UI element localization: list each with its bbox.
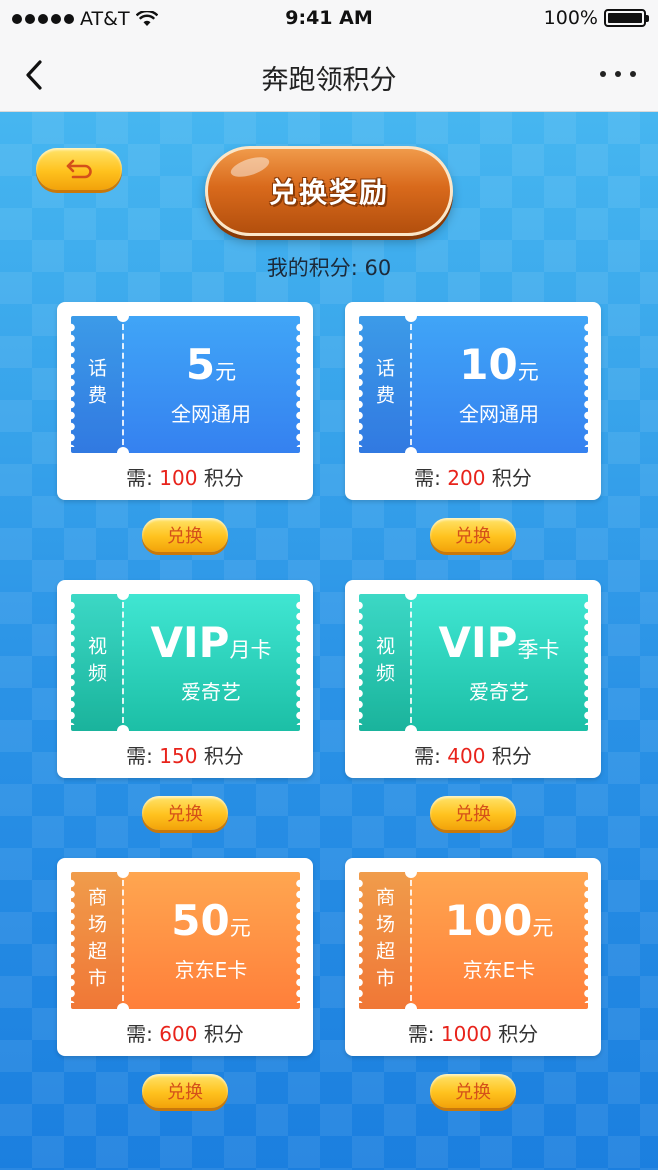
status-bar: AT&T 9:41 AM 100% bbox=[0, 0, 658, 38]
coupon-cost: 需: 100 积分 bbox=[57, 462, 313, 491]
coupon-description: 京东E卡 bbox=[462, 958, 536, 982]
exchange-button-label: 兑换 bbox=[167, 526, 203, 547]
coupon-description: 全网通用 bbox=[171, 402, 251, 426]
battery-percent: 100% bbox=[543, 7, 598, 29]
my-points: 我的积分: 60 bbox=[0, 252, 658, 282]
cost-need-label: 需: bbox=[126, 744, 153, 768]
exchange-button-label: 兑换 bbox=[167, 804, 203, 825]
coupon-value-unit: 元 bbox=[532, 916, 554, 940]
coupon-description: 全网通用 bbox=[459, 402, 539, 426]
coupon-ticket: 商场超市 50元 京东E卡 bbox=[71, 872, 300, 1009]
exchange-button-label: 兑换 bbox=[455, 1082, 491, 1103]
cost-unit: 积分 bbox=[498, 1022, 539, 1046]
points-value: 60 bbox=[364, 256, 392, 280]
exchange-button[interactable]: 兑换 bbox=[430, 1074, 516, 1108]
coupon-value: VIP月卡 bbox=[122, 618, 300, 667]
cost-unit: 积分 bbox=[491, 466, 532, 490]
cost-need-label: 需: bbox=[126, 1022, 153, 1046]
cost-unit: 积分 bbox=[203, 744, 244, 768]
coupon-value: 100元 bbox=[410, 896, 588, 945]
coupon-cost: 需: 400 积分 bbox=[345, 740, 601, 769]
coupon-cost: 需: 200 积分 bbox=[345, 462, 601, 491]
coupon-value: 5元 bbox=[122, 340, 300, 389]
status-right: 100% bbox=[543, 7, 649, 29]
coupon-ticket: 商场超市 100元 京东E卡 bbox=[359, 872, 588, 1009]
cost-need-label: 需: bbox=[407, 1022, 435, 1046]
return-button[interactable] bbox=[36, 148, 122, 190]
coupon-description: 爱奇艺 bbox=[181, 680, 241, 704]
coupon-description: 京东E卡 bbox=[174, 958, 248, 982]
exchange-button[interactable]: 兑换 bbox=[142, 1074, 228, 1108]
reward-card: 视频 VIP季卡 爱奇艺 需: 400 积分 bbox=[345, 580, 601, 778]
reward-card: 话费 5元 全网通用 需: 100 积分 bbox=[57, 302, 313, 500]
coupon-value-unit: 元 bbox=[215, 360, 237, 384]
coupon-value-unit: 元 bbox=[517, 360, 539, 384]
exchange-button-label: 兑换 bbox=[455, 804, 491, 825]
cost-unit: 积分 bbox=[203, 1022, 244, 1046]
main-content: 兑换奖励 我的积分: 60 话费 5元 全网通用 需: 100 积分 兑换 话费… bbox=[0, 112, 658, 1170]
coupon-value-number: 5 bbox=[185, 340, 216, 389]
exchange-button[interactable]: 兑换 bbox=[142, 518, 228, 552]
battery-icon bbox=[604, 9, 649, 27]
cost-unit: 积分 bbox=[203, 466, 244, 490]
coupon-ticket: 话费 10元 全网通用 bbox=[359, 316, 588, 453]
cost-unit: 积分 bbox=[491, 744, 532, 768]
coupon-description: 爱奇艺 bbox=[469, 680, 529, 704]
coupon-value-number: 100 bbox=[444, 896, 533, 945]
cost-value: 200 bbox=[447, 466, 486, 490]
cost-value: 100 bbox=[159, 466, 198, 490]
coupon-value-unit: 元 bbox=[229, 916, 251, 940]
coupon-category: 视频 bbox=[373, 635, 395, 690]
points-label: 我的积分: bbox=[266, 256, 358, 280]
reward-card: 商场超市 100元 京东E卡 需: 1000 积分 bbox=[345, 858, 601, 1056]
nav-bar: 奔跑领积分 bbox=[0, 38, 658, 112]
coupon-cost: 需: 600 积分 bbox=[57, 1018, 313, 1047]
cost-value: 150 bbox=[159, 744, 198, 768]
exchange-button-label: 兑换 bbox=[455, 526, 491, 547]
cost-value: 600 bbox=[159, 1022, 198, 1046]
coupon-value-unit: 季卡 bbox=[517, 638, 560, 662]
exchange-button[interactable]: 兑换 bbox=[430, 796, 516, 830]
reward-card: 商场超市 50元 京东E卡 需: 600 积分 bbox=[57, 858, 313, 1056]
cost-need-label: 需: bbox=[414, 466, 441, 490]
coupon-ticket: 视频 VIP月卡 爱奇艺 bbox=[71, 594, 300, 731]
exchange-button-label: 兑换 bbox=[167, 1082, 203, 1103]
coupon-cost: 需: 1000 积分 bbox=[345, 1018, 601, 1047]
page-title: 奔跑领积分 bbox=[261, 65, 397, 96]
coupon-cost: 需: 150 积分 bbox=[57, 740, 313, 769]
coupon-value: 50元 bbox=[122, 896, 300, 945]
exchange-button[interactable]: 兑换 bbox=[430, 518, 516, 552]
reward-card: 视频 VIP月卡 爱奇艺 需: 150 积分 bbox=[57, 580, 313, 778]
exchange-rewards-title: 兑换奖励 bbox=[205, 146, 453, 236]
coupon-value-number: VIP bbox=[438, 618, 518, 667]
cost-value: 1000 bbox=[440, 1022, 492, 1046]
coupon-value: 10元 bbox=[410, 340, 588, 389]
coupon-value: VIP季卡 bbox=[410, 618, 588, 667]
return-icon bbox=[66, 159, 92, 179]
coupon-category: 视频 bbox=[85, 635, 107, 690]
cost-value: 400 bbox=[447, 744, 486, 768]
coupon-value-number: 50 bbox=[171, 896, 230, 945]
exchange-rewards-label: 兑换奖励 bbox=[268, 176, 389, 209]
reward-card: 话费 10元 全网通用 需: 200 积分 bbox=[345, 302, 601, 500]
coupon-category: 商场超市 bbox=[85, 886, 107, 995]
coupon-ticket: 视频 VIP季卡 爱奇艺 bbox=[359, 594, 588, 731]
more-icon[interactable] bbox=[600, 64, 636, 84]
cost-need-label: 需: bbox=[414, 744, 441, 768]
coupon-value-number: VIP bbox=[150, 618, 230, 667]
cost-need-label: 需: bbox=[126, 466, 153, 490]
coupon-category: 商场超市 bbox=[373, 886, 395, 995]
coupon-value-number: 10 bbox=[459, 340, 518, 389]
coupon-ticket: 话费 5元 全网通用 bbox=[71, 316, 300, 453]
coupon-category: 话费 bbox=[373, 357, 395, 412]
coupon-value-unit: 月卡 bbox=[229, 638, 272, 662]
exchange-button[interactable]: 兑换 bbox=[142, 796, 228, 830]
coupon-category: 话费 bbox=[85, 357, 107, 412]
